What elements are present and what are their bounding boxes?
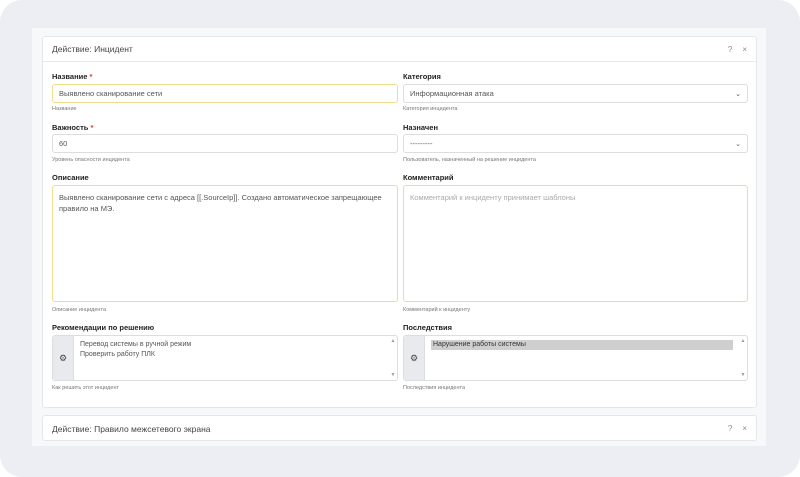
comment-textarea[interactable]: Комментарий к инциденту принимает шаблон… xyxy=(403,185,748,302)
close-icon[interactable]: × xyxy=(742,45,747,54)
recommendations-help: Как решить этот инцидент xyxy=(52,385,119,391)
consequences-listbox[interactable]: ⚙ Нарушение работы системы ▲▼ xyxy=(403,335,748,381)
recommendations-listbox[interactable]: ⚙ Перевод системы в ручной режимПроверит… xyxy=(52,335,398,381)
assigned-help: Пользователь, назначенный на решение инц… xyxy=(403,157,536,163)
comment-help: Комментарий к инциденту xyxy=(403,307,470,313)
assigned-select[interactable]: ---------⌄ xyxy=(403,134,748,153)
consequences-label: Последствия xyxy=(403,323,452,332)
description-textarea[interactable]: Выявлено сканирование сети с адреса [[.S… xyxy=(52,185,398,302)
firewall-card: Действие: Правило межсетевого экрана? × xyxy=(42,415,757,441)
incident-card: Действие: Инцидент? × Название * Выявлено… xyxy=(42,36,757,408)
severity-input[interactable]: 60 xyxy=(52,134,398,153)
description-help: Описание инцидента xyxy=(52,307,106,313)
name-help: Название xyxy=(52,106,77,112)
close-icon[interactable]: × xyxy=(742,424,747,433)
comment-label: Комментарий xyxy=(403,173,454,182)
list-item[interactable]: Проверить работу ПЛК xyxy=(80,350,383,360)
gears-icon: ⚙ xyxy=(53,336,74,380)
consequences-help: Последствия инцидента xyxy=(403,385,465,391)
category-label: Категория xyxy=(403,72,441,81)
scrollbar[interactable]: ▲▼ xyxy=(389,336,397,380)
description-label: Описание xyxy=(52,173,89,182)
recommendations-label: Рекомендации по решению xyxy=(52,323,154,332)
chevron-down-icon: ⌄ xyxy=(735,90,741,98)
help-icon[interactable]: ? xyxy=(728,45,732,54)
chevron-down-icon: ⌄ xyxy=(735,140,741,148)
list-item[interactable]: Нарушение работы системы xyxy=(431,340,733,350)
card-title: Действие: Инцидент xyxy=(52,44,718,54)
card-title: Действие: Правило межсетевого экрана xyxy=(52,424,718,434)
severity-help: Уровень опасности инцидента xyxy=(52,157,130,163)
name-input[interactable]: Выявлено сканирование сети xyxy=(52,84,398,103)
page: Действие: Инцидент? × Название * Выявлено… xyxy=(32,28,766,446)
window-frame: Действие: Инцидент? × Название * Выявлено… xyxy=(0,0,800,477)
name-label: Название * xyxy=(52,72,92,81)
list-item[interactable]: Перевод системы в ручной режим xyxy=(80,340,383,350)
scrollbar[interactable]: ▲▼ xyxy=(739,336,747,380)
category-help: Категория инцидента xyxy=(403,106,457,112)
severity-label: Важность * xyxy=(52,123,93,132)
assigned-label: Назначен xyxy=(403,123,438,132)
help-icon[interactable]: ? xyxy=(728,424,732,433)
gears-icon: ⚙ xyxy=(404,336,425,380)
category-select[interactable]: Информационная атака⌄ xyxy=(403,84,748,103)
